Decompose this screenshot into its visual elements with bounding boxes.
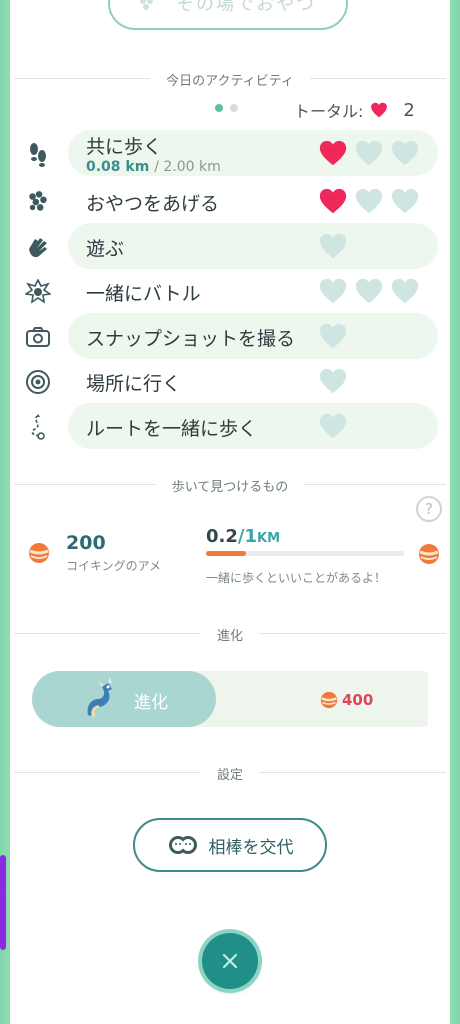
evolve-cost-value: 400 [342,691,374,709]
heart-empty-icon [391,278,419,304]
walk-distance-value: 0.08 km [86,159,150,175]
activity-label: おやつをあげる [86,193,220,215]
gyarados-icon [87,677,112,717]
candy-name: コイキングのアメ [66,559,162,573]
candy-icon [320,691,338,709]
heart-filled-icon [319,188,347,214]
activity-row-snapshot[interactable]: スナップショットを撮る [20,313,438,359]
total-hearts: トータル: 2 [294,98,415,122]
activity-row-visit[interactable]: 場所に行く [20,358,438,404]
evolve-title: 進化 [0,625,460,644]
swap-buddy-button[interactable]: 相棒を交代 [133,818,327,872]
help-button[interactable]: ? [416,496,442,522]
activity-hearts [318,321,348,351]
activity-row-battle[interactable]: 一緒にバトル [20,268,438,314]
berry-icon [24,188,52,216]
heart-empty-icon [319,278,347,304]
camera-icon [24,323,52,351]
berry-icon [134,0,156,16]
activity-hearts [318,186,420,216]
buddy-swap-icon [168,836,197,854]
heart-empty-icon [355,140,383,166]
activity-row-treat[interactable]: おやつをあげる [20,178,438,224]
activity-row-walk[interactable]: 共に歩く 0.08 km / 2.00 km [20,130,438,176]
heart-empty-icon [355,188,383,214]
evolve-button[interactable]: 進化 [32,671,216,727]
activities-title: 今日のアクティビティ [0,70,460,89]
location-icon [24,368,52,396]
walk-hint: 一緒に歩くといいことがあるよ！ [206,571,387,585]
activity-label: 共に歩く [86,136,163,158]
treat-here-label: その場でおやつ [176,0,316,15]
activity-label: スナップショットを撮る [86,328,296,350]
page-dot [230,104,238,112]
route-icon [24,413,52,441]
heart-empty-icon [319,368,347,394]
close-button[interactable] [202,933,258,989]
walk-progress-fill [206,551,246,556]
activity-hearts [318,231,348,261]
activity-label: 遊ぶ [86,238,125,260]
activity-hearts [318,138,420,168]
total-label: トータル: [294,102,364,121]
total-value: 2 [403,99,415,121]
footprints-icon [24,140,52,168]
page-indicator [215,104,238,112]
heart-icon [371,102,388,118]
activity-label: 場所に行く [86,373,182,395]
heart-empty-icon [319,413,347,439]
swap-buddy-label: 相棒を交代 [208,837,294,858]
progress-goal: 1 [244,526,257,547]
candy-count: 200 [66,532,106,554]
heart-empty-icon [319,323,347,349]
evolve-label: 進化 [134,693,168,713]
activity-label: ルートを一緒に歩く [86,418,258,440]
evolve-cost: 400 [320,691,373,709]
evolve-panel: 進化 400 [32,671,428,727]
activity-hearts [318,411,348,441]
treat-here-button[interactable]: その場でおやつ [108,0,348,30]
walk-distance-goal: / 2.00 km [154,159,221,175]
battle-icon [24,278,52,306]
candy-reward-icon [419,544,439,564]
edge-indicator [0,855,6,950]
walk-distance: 0.08 km / 2.00 km [86,159,221,175]
activity-hearts [318,276,420,306]
candy-icon [29,543,49,563]
activity-hearts [318,366,348,396]
walk-progress-bar [206,551,404,556]
heart-empty-icon [391,140,419,166]
heart-empty-icon [319,233,347,259]
settings-title: 設定 [0,764,460,783]
page-dot-active [215,104,223,112]
heart-filled-icon [319,140,347,166]
progress-current: 0.2 [206,526,238,547]
heart-empty-icon [355,278,383,304]
walk-progress-value: 0.2/1KM [206,526,281,547]
activity-row-play[interactable]: 遊ぶ [20,223,438,269]
heart-empty-icon [391,188,419,214]
progress-unit: KM [257,531,281,546]
walk-find-title: 歩いて見つけるもの [0,476,460,495]
close-icon [222,953,238,969]
wave-hand-icon [24,233,52,261]
activity-row-route[interactable]: ルートを一緒に歩く [20,403,438,449]
activity-label: 一緒にバトル [86,283,201,305]
